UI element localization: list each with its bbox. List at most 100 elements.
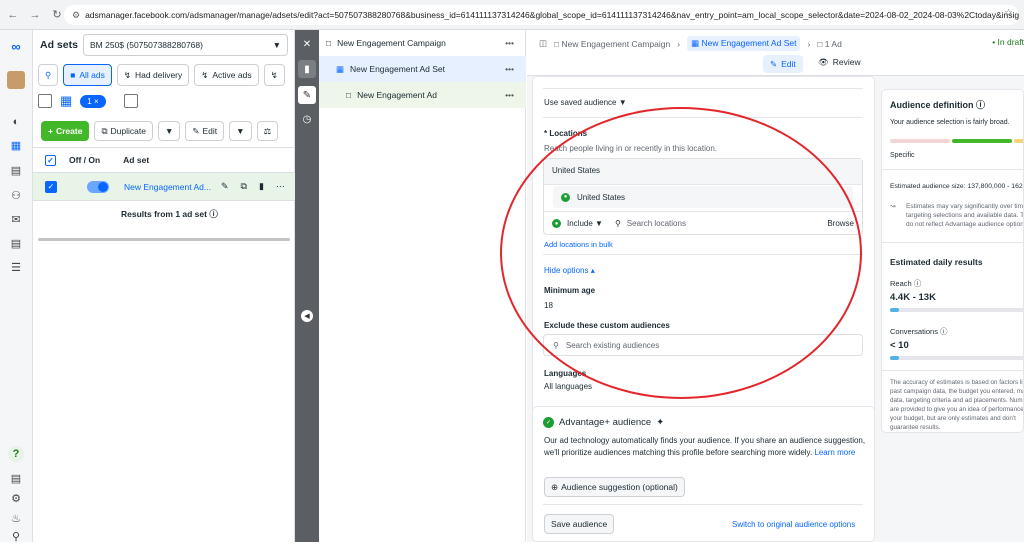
tree-adset[interactable]: ▦ New Engagement Ad Set ••• bbox=[319, 56, 526, 82]
account-selector[interactable]: BM 250$ (507507388280768) ▼ bbox=[83, 34, 288, 56]
filter-all-ads[interactable]: ■ All ads bbox=[63, 64, 112, 86]
crumb-campaign[interactable]: □ New Engagement Campaign bbox=[554, 39, 670, 49]
edit-label: Edit bbox=[202, 126, 218, 136]
bell-icon[interactable]: ♨ bbox=[8, 510, 24, 526]
tree-campaign[interactable]: □ New Engagement Campaign ••• bbox=[319, 30, 526, 56]
review-mode-button[interactable]: 👁 Review bbox=[818, 57, 861, 68]
create-button[interactable]: + Create bbox=[41, 121, 90, 141]
horizontal-scrollbar[interactable] bbox=[38, 238, 290, 241]
select-all-checkbox[interactable]: ✓ bbox=[45, 154, 56, 166]
pencil-icon[interactable]: ✎ bbox=[221, 181, 229, 192]
conversations-label: Conversations ⓘ bbox=[890, 326, 948, 337]
filter-active-ads[interactable]: ↯ Active ads bbox=[194, 64, 259, 86]
notifications-panel-icon[interactable]: ▤ bbox=[8, 470, 24, 486]
filter-chips: ⚲ ■ All ads ↯ Had delivery ↯ Active ads ↯ bbox=[38, 64, 285, 86]
more-icon[interactable]: ••• bbox=[505, 38, 514, 48]
panel-toggle-icon[interactable]: ◫ bbox=[539, 38, 547, 49]
site-info-icon[interactable]: ⚙ bbox=[72, 10, 80, 21]
help-icon[interactable]: ? bbox=[8, 446, 24, 462]
table-header: ✓ Off / On Ad set bbox=[33, 147, 295, 173]
table-row[interactable]: ✓ New Engagement Ad... ✎ ⧉ ▮ ⋯ bbox=[33, 173, 295, 201]
history-icon[interactable]: ◷ bbox=[298, 110, 316, 128]
ad-icon: □ bbox=[346, 90, 352, 100]
grid-icon: ▦ bbox=[336, 63, 345, 74]
tree-adset-label: New Engagement Ad Set bbox=[350, 64, 446, 74]
duplicate-icon: ⧉ bbox=[101, 125, 108, 136]
saved-audience-dropdown[interactable]: Use saved audience ▼ bbox=[544, 98, 627, 107]
advantage-description: Our ad technology automatically finds yo… bbox=[544, 435, 866, 459]
pages-icon[interactable]: ▤ bbox=[8, 162, 24, 178]
status-text: In draft bbox=[997, 37, 1024, 47]
divider bbox=[882, 370, 1023, 371]
delivery-toggle[interactable] bbox=[87, 180, 109, 193]
estimate-note: ↝ Estimates may vary significantly over t… bbox=[890, 202, 1023, 229]
crumb-campaign-label: New Engagement Campaign bbox=[561, 38, 671, 49]
info-icon: ⓘ bbox=[940, 327, 948, 336]
filter-had-delivery[interactable]: ↯ Had delivery bbox=[116, 64, 190, 86]
chart-icon[interactable]: ▮ bbox=[259, 181, 264, 192]
info-icon: ⓘ bbox=[209, 209, 218, 219]
conversations-bar-track bbox=[890, 356, 1023, 360]
campaigns-tab-icon[interactable] bbox=[38, 94, 52, 108]
edit-button[interactable]: ✎ Edit bbox=[185, 121, 225, 141]
adsets-tab-icon[interactable]: ▦ bbox=[60, 93, 72, 109]
filter-label: All ads bbox=[79, 70, 105, 80]
settings-icon[interactable]: ⚙ bbox=[8, 490, 24, 506]
crumb-ad-label: 1 Ad bbox=[824, 38, 842, 49]
collapse-icon[interactable]: ◀ bbox=[301, 310, 313, 322]
meta-logo-icon[interactable]: ∞ bbox=[8, 38, 24, 54]
campaigns-table-icon[interactable]: ▦ bbox=[8, 137, 24, 153]
definition-desc: Your audience selection is fairly broad. bbox=[890, 119, 1010, 126]
learn-more-link[interactable]: Learn more bbox=[814, 448, 855, 457]
tree-ad[interactable]: □ New Engagement Ad ••• bbox=[319, 82, 526, 108]
info-icon: ⓘ bbox=[976, 100, 986, 110]
pencil-icon[interactable]: ✎ bbox=[298, 86, 316, 104]
duplicate-label: Duplicate bbox=[110, 126, 146, 136]
announcement-icon[interactable]: ✉ bbox=[8, 211, 24, 227]
search-button[interactable]: ⚲ bbox=[38, 64, 59, 86]
more-icon[interactable]: ⋯ bbox=[276, 181, 285, 192]
audience-suggestion-button[interactable]: ⊕ Audience suggestion (optional) bbox=[544, 477, 685, 497]
test-button[interactable]: ⚖ bbox=[256, 121, 279, 141]
divider bbox=[882, 242, 1023, 243]
edit-mode-button[interactable]: ✎ Edit bbox=[763, 55, 803, 73]
menu-icon[interactable]: ☰ bbox=[8, 259, 24, 275]
save-audience-button[interactable]: Save audience bbox=[544, 514, 615, 534]
more-icon[interactable]: ••• bbox=[505, 90, 514, 100]
audiences-icon[interactable]: ⚇ bbox=[8, 187, 24, 203]
back-icon[interactable]: ← bbox=[4, 6, 22, 24]
dashboard-icon[interactable]: ◐ bbox=[8, 114, 24, 130]
row-checkbox[interactable]: ✓ bbox=[45, 180, 57, 193]
languages-value[interactable]: All languages bbox=[544, 382, 592, 391]
breadth-bar-specific bbox=[890, 139, 950, 143]
filter-more[interactable]: ↯ bbox=[263, 64, 285, 86]
switch-audience-link[interactable]: Switch to original audience options bbox=[732, 520, 855, 529]
adset-name-link[interactable]: New Engagement Ad... bbox=[124, 182, 211, 192]
more-icon[interactable]: ••• bbox=[505, 64, 514, 74]
column-adset[interactable]: Ad set bbox=[123, 155, 149, 165]
bookmark-icon[interactable]: ☆ bbox=[1004, 8, 1013, 19]
address-bar[interactable]: ⚙ adsmanager.facebook.com/adsmanager/man… bbox=[64, 5, 1019, 25]
duplicate-button[interactable]: ⧉ Duplicate bbox=[94, 121, 153, 141]
crumb-ad[interactable]: □ 1 Ad bbox=[817, 39, 842, 49]
selected-count-badge[interactable]: 1 × bbox=[80, 94, 106, 108]
breadth-bar-defined bbox=[952, 139, 1012, 143]
status-badge: • In draft bbox=[992, 37, 1024, 47]
ads-tab-icon[interactable] bbox=[123, 94, 138, 108]
pencil-icon: ✎ bbox=[770, 58, 778, 69]
crumb-adset[interactable]: ▦ New Engagement Ad Set bbox=[687, 36, 801, 51]
column-off-on[interactable]: Off / On bbox=[69, 155, 100, 165]
sparkle-icon: ✦ bbox=[656, 417, 665, 428]
account-avatar[interactable] bbox=[7, 71, 25, 89]
forward-icon[interactable]: → bbox=[26, 6, 44, 24]
edit-dropdown[interactable]: ▼ bbox=[229, 121, 252, 141]
review-mode-label: Review bbox=[832, 57, 861, 67]
duplicate-dropdown[interactable]: ▼ bbox=[157, 121, 181, 141]
duplicate-icon[interactable]: ⧉ bbox=[241, 181, 247, 192]
reports-icon[interactable]: ▤ bbox=[8, 235, 24, 251]
chart-icon[interactable]: ▮ bbox=[298, 60, 316, 78]
results-text: Results from 1 ad set bbox=[121, 209, 207, 219]
daily-results-title: Estimated daily results bbox=[890, 257, 983, 267]
breadth-bar-broad bbox=[1014, 139, 1023, 143]
close-icon[interactable]: ✕ bbox=[298, 35, 316, 53]
